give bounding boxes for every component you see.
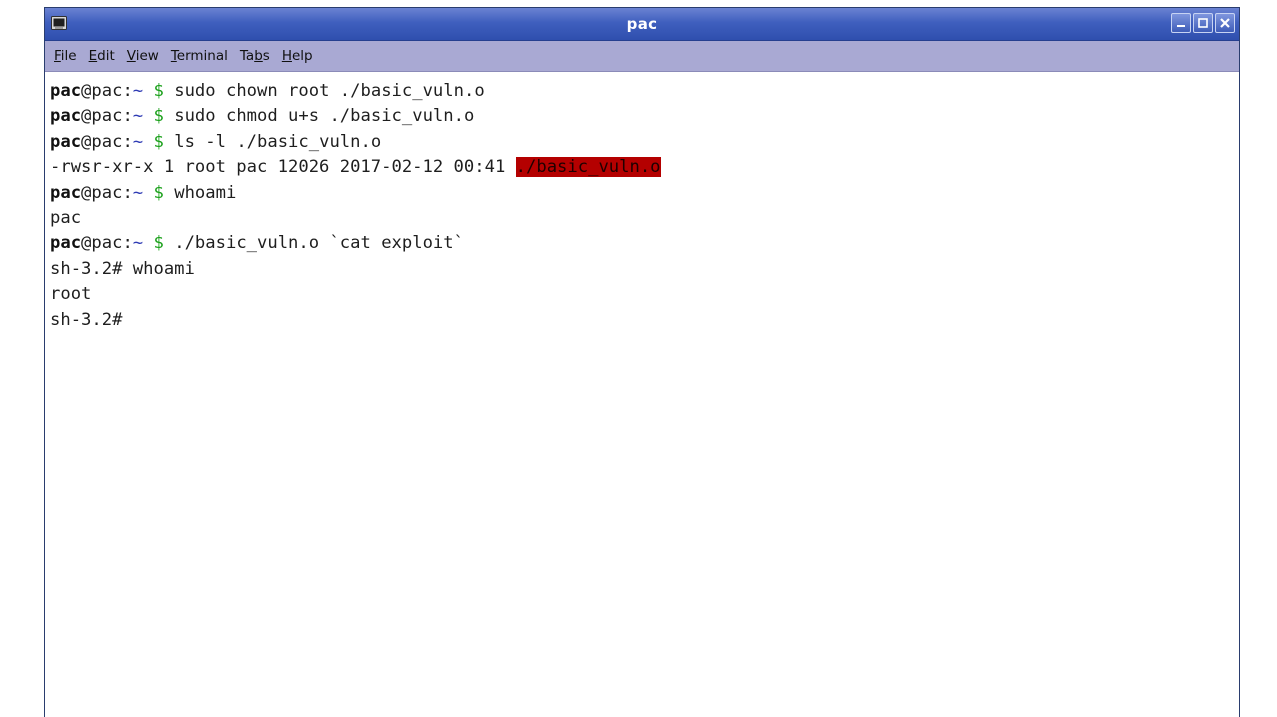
prompt-host: @pac: [81,81,133,101]
menu-label: Ta [239,48,255,64]
terminal-line: sh-3.2# [50,308,1239,333]
command-text: ls -l ./basic_vuln.o [174,131,382,152]
prompt-path: ~ [132,131,144,152]
menu-label: iew [135,48,159,64]
output-text: root [50,284,92,305]
menu-mnemonic: V [126,48,136,64]
prompt-user: pac [50,233,82,254]
output-text: pac [50,207,82,228]
terminal-line: -rwsr-xr-x 1 root pac 12026 2017-02-12 0… [50,155,1239,180]
close-icon [1220,18,1230,28]
prompt-symbol: $ [153,81,164,101]
menu-file[interactable]: File [49,46,82,66]
prompt-path: ~ [132,81,144,101]
menu-terminal[interactable]: Terminal [166,46,233,66]
menu-bar: File Edit View Terminal Tabs Help [45,41,1239,72]
prompt-host: @pac: [81,182,133,203]
command-text: whoami [174,182,237,203]
highlighted-filename: ./basic_vuln.o [515,157,661,178]
close-button[interactable] [1215,13,1235,33]
window-controls [1171,13,1235,33]
prompt-symbol: $ [153,233,164,254]
terminal-line: pac@pac:~ $ ls -l ./basic_vuln.o [50,130,1239,155]
prompt-host: @pac: [81,106,133,127]
prompt-symbol: $ [153,182,164,203]
menu-label: elp [291,48,313,64]
output-text: -rwsr-xr-x 1 root pac 12026 2017-02-12 0… [50,157,516,178]
title-bar[interactable]: pac [45,8,1239,41]
prompt-path: ~ [132,233,144,254]
minimize-icon [1177,25,1185,27]
prompt-user: pac [50,81,82,101]
maximize-button[interactable] [1193,13,1213,33]
output-text: sh-3.2# [50,309,123,330]
menu-label: s [262,48,270,64]
menu-help[interactable]: Help [277,46,318,66]
prompt-user: pac [50,131,82,152]
menu-label: erminal [176,48,228,64]
command-text: ./basic_vuln.o `cat exploit` [174,233,464,254]
command-text: sudo chmod u+s ./basic_vuln.o [174,106,475,127]
menu-mnemonic: F [54,48,61,64]
menu-view[interactable]: View [122,46,164,66]
menu-mnemonic: E [88,48,98,64]
menu-mnemonic: b [254,48,263,64]
output-text: sh-3.2# whoami [50,258,195,279]
prompt-user: pac [50,182,82,203]
terminal-line: pac@pac:~ $ sudo chown root ./basic_vuln… [50,79,1239,104]
prompt-symbol: $ [153,106,164,127]
prompt-path: ~ [132,182,144,203]
terminal-line: pac@pac:~ $ ./basic_vuln.o `cat exploit` [50,231,1239,256]
minimize-button[interactable] [1171,13,1191,33]
prompt-path: ~ [132,106,144,127]
terminal-window: pac File Edit View Terminal Tabs Help pa… [44,7,1240,717]
terminal-line: pac [50,206,1239,231]
maximize-icon [1198,18,1208,28]
terminal-line: root [50,282,1239,307]
prompt-user: pac [50,106,82,127]
menu-tabs[interactable]: Tabs [235,46,275,66]
terminal-line: sh-3.2# whoami [50,257,1239,282]
terminal-line: pac@pac:~ $ whoami [50,181,1239,206]
prompt-symbol: $ [153,131,164,152]
terminal-line: pac@pac:~ $ sudo chmod u+s ./basic_vuln.… [50,104,1239,129]
menu-label: ile [60,48,77,64]
prompt-host: @pac: [81,131,133,152]
terminal-output[interactable]: pac@pac:~ $ sudo chown root ./basic_vuln… [45,72,1239,717]
prompt-host: @pac: [81,233,133,254]
menu-edit[interactable]: Edit [84,46,120,66]
window-title: pac [626,15,658,33]
menu-mnemonic: H [281,48,292,64]
command-text: sudo chown root ./basic_vuln.o [174,81,485,101]
menu-label: dit [97,48,115,64]
